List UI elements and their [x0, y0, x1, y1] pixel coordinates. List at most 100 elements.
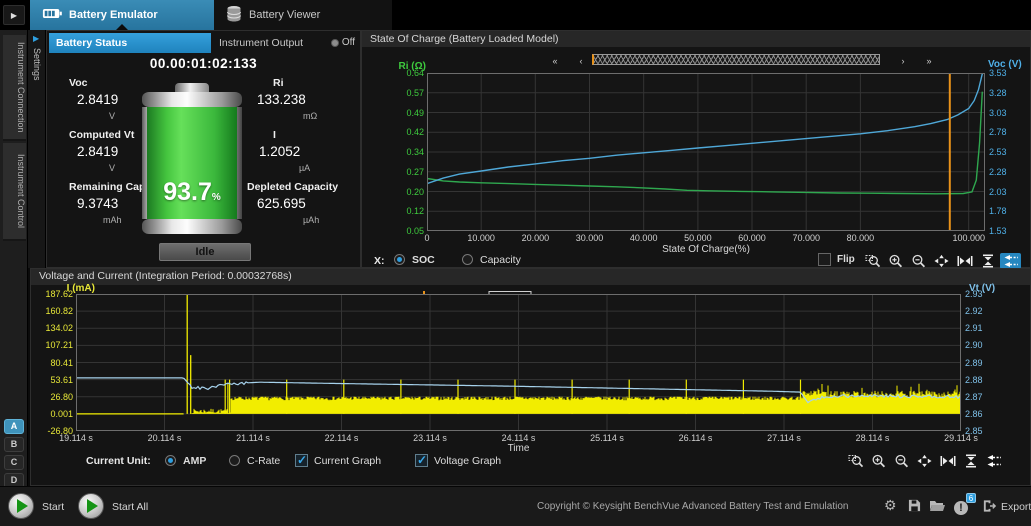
soc-chart-plot[interactable]: [427, 73, 985, 231]
voltage-current-panel: Voltage and Current (Integration Period:…: [30, 268, 1031, 486]
axis-tick-label: 2.91: [965, 323, 1005, 333]
export-label[interactable]: Export: [1001, 487, 1031, 526]
axis-tick-label: 2.88: [965, 375, 1005, 385]
axis-tick-label: 20.000: [505, 233, 565, 243]
soc-right-axis-ticks: 3.533.283.032.782.532.282.031.781.53: [989, 73, 1029, 231]
copyright-text: Copyright © Keysight BenchVue Advanced B…: [537, 487, 848, 526]
flip-checkbox-label[interactable]: Flip: [837, 254, 855, 265]
region-zoom-icon[interactable]: [862, 253, 883, 269]
voc-label: Voc: [69, 77, 87, 89]
amp-radio[interactable]: [165, 455, 176, 466]
zoom-in-icon[interactable]: [885, 253, 906, 269]
soc-radio-label[interactable]: SOC: [412, 254, 435, 266]
start-button[interactable]: [8, 493, 34, 519]
start-button-label[interactable]: Start: [42, 487, 64, 526]
axis-tick-label: 19.114 s: [46, 433, 106, 443]
capacity-radio[interactable]: [462, 254, 473, 265]
output-state-label: Off: [342, 33, 355, 53]
error-count-badge: 6: [966, 493, 976, 503]
settings-gear-icon[interactable]: ⚙: [884, 498, 897, 513]
channel-b-button[interactable]: B: [4, 437, 24, 452]
expander-arrow-icon: ▶: [11, 11, 17, 20]
chart-navigator-scrollbar[interactable]: [592, 54, 880, 65]
channel-a-button[interactable]: A: [4, 419, 24, 434]
expand-icon[interactable]: [914, 453, 935, 469]
scroll-far-right-button[interactable]: »: [922, 56, 936, 66]
remaining-capacity-unit: mAh: [103, 215, 122, 225]
scroll-left-button[interactable]: ‹: [574, 56, 588, 66]
voc-value: 2.8419: [77, 92, 118, 107]
current-graph-checkbox[interactable]: [295, 454, 308, 467]
fit-horizontal-icon[interactable]: [954, 253, 975, 269]
zoom-in-icon[interactable]: [868, 453, 889, 469]
voltage-graph-label[interactable]: Voltage Graph: [434, 455, 501, 467]
current-graph-label[interactable]: Current Graph: [314, 455, 381, 467]
amp-radio-label[interactable]: AMP: [183, 455, 206, 467]
battery-cell-icon: [226, 5, 242, 26]
capacity-radio-label[interactable]: Capacity: [480, 254, 521, 266]
panel-expander-button[interactable]: ▶: [3, 5, 25, 25]
battery-graphic: 93.7%: [142, 83, 242, 234]
autoscale-icon[interactable]: [1000, 253, 1021, 269]
run-state-button[interactable]: Idle: [159, 243, 251, 261]
vi-x-axis-ticks: 19.114 s20.114 s21.114 s22.114 s23.114 s…: [76, 433, 961, 443]
soc-chart-title: State Of Charge (Battery Loaded Model): [362, 31, 1030, 47]
start-all-button[interactable]: [78, 493, 104, 519]
channel-c-button[interactable]: C: [4, 455, 24, 470]
sidebar-item-instrument-connection[interactable]: Instrument Connection: [3, 35, 26, 141]
axis-tick-label: 2.90: [965, 340, 1005, 350]
settings-expand-icon[interactable]: ▶: [33, 34, 39, 43]
c-rate-radio-label[interactable]: C-Rate: [247, 455, 280, 467]
axis-tick-label: 187.62: [31, 289, 73, 299]
axis-tick-label: 80.000: [830, 233, 890, 243]
c-rate-radio[interactable]: [229, 455, 240, 466]
sidebar-item-instrument-control[interactable]: Instrument Control: [3, 143, 26, 241]
axis-tick-label: 2.53: [989, 147, 1029, 157]
battery-bottom-cap: [142, 219, 242, 234]
battery-icon: [42, 8, 62, 22]
axis-tick-label: 2.03: [989, 187, 1029, 197]
start-all-button-label[interactable]: Start All: [112, 487, 148, 526]
error-alert-icon[interactable]: !6: [954, 499, 968, 515]
axis-tick-label: 23.114 s: [400, 433, 460, 443]
tab-battery-viewer[interactable]: Battery Viewer: [214, 0, 392, 30]
save-icon[interactable]: [908, 499, 921, 515]
scroll-right-button[interactable]: ›: [896, 56, 910, 66]
axis-tick-label: 22.114 s: [312, 433, 372, 443]
flip-checkbox[interactable]: [818, 253, 831, 266]
vi-chart-plot[interactable]: [76, 294, 961, 431]
axis-tick-label: 21.114 s: [223, 433, 283, 443]
region-zoom-icon[interactable]: [845, 453, 866, 469]
battery-status-header[interactable]: Battery Status: [49, 33, 211, 53]
output-state-icon: [331, 39, 339, 47]
axis-tick-label: 28.114 s: [843, 433, 903, 443]
fit-vertical-icon[interactable]: [960, 453, 981, 469]
instrument-output-label: Instrument Output: [219, 33, 303, 53]
fit-vertical-icon[interactable]: [977, 253, 998, 269]
ri-unit: mΩ: [303, 111, 317, 121]
channel-selector: ABCD: [4, 419, 24, 491]
vi-controls-row: Current Unit: AMP C-Rate Current Graph V…: [31, 451, 1030, 471]
settings-flyout-strip: ▶ Settings: [28, 30, 46, 268]
zoom-out-icon[interactable]: [908, 253, 929, 269]
settings-tab[interactable]: Settings: [32, 48, 42, 81]
autoscale-icon[interactable]: [983, 453, 1004, 469]
top-tab-bar: ▶ Battery Emulator Battery Viewer: [0, 0, 1031, 30]
zoom-out-icon[interactable]: [891, 453, 912, 469]
tab-battery-emulator[interactable]: Battery Emulator: [30, 0, 214, 30]
voltage-graph-checkbox[interactable]: [415, 454, 428, 467]
vi-chart-toolbar: [843, 452, 1004, 469]
soc-radio[interactable]: [394, 254, 405, 265]
status-bar: Start Start All Copyright © Keysight Ben…: [0, 486, 1031, 526]
axis-tick-label: 70.000: [776, 233, 836, 243]
expand-icon[interactable]: [931, 253, 952, 269]
export-icon[interactable]: [982, 499, 997, 516]
voc-unit: V: [109, 111, 115, 121]
scroll-far-left-button[interactable]: «: [548, 56, 562, 66]
instrument-output-toggle[interactable]: Off: [331, 33, 355, 53]
open-folder-icon[interactable]: [929, 499, 945, 515]
soc-x-axis-ticks: 010.00020.00030.00040.00050.00060.00070.…: [427, 233, 985, 243]
tab-label: Battery Viewer: [249, 9, 320, 21]
fit-horizontal-icon[interactable]: [937, 453, 958, 469]
axis-tick-label: 100.000: [939, 233, 999, 243]
